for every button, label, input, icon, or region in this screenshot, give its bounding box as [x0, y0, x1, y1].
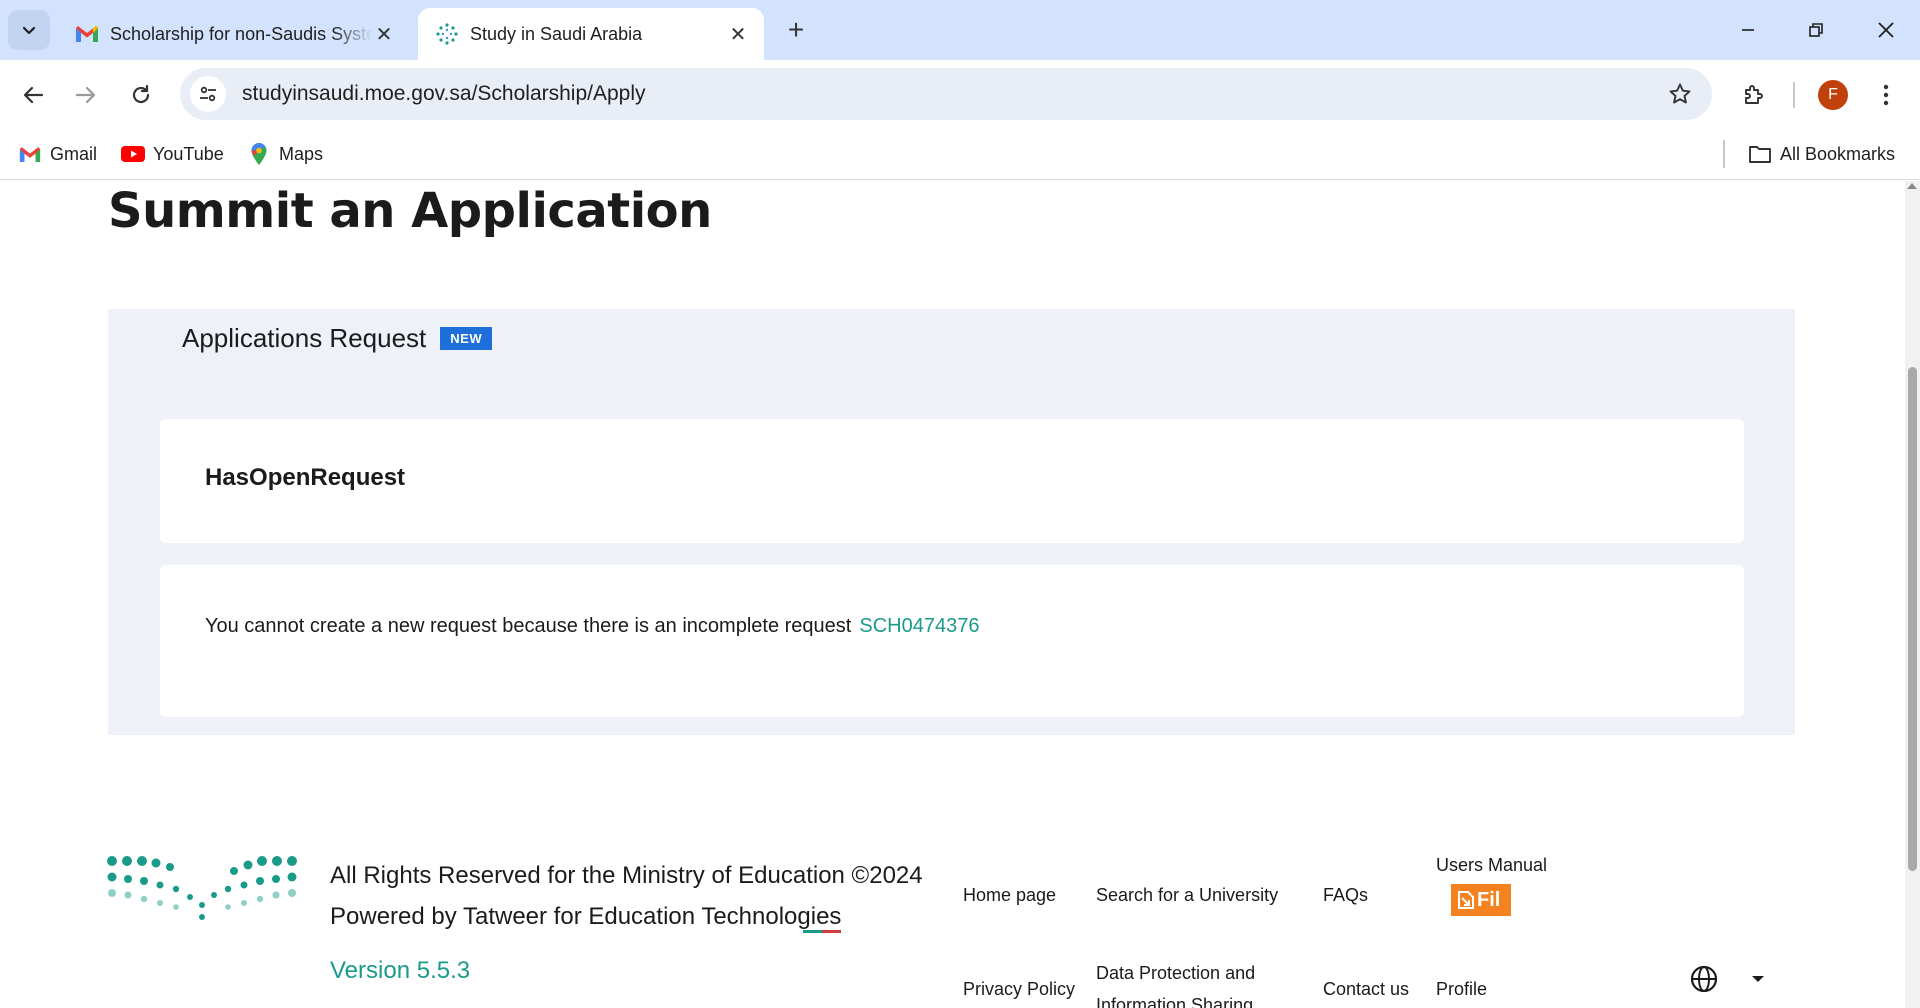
rights-text: All Rights Reserved for the Ministry of … — [330, 862, 923, 889]
caret-down-icon — [1752, 976, 1764, 982]
bookmark-youtube[interactable]: YouTube — [121, 138, 224, 170]
back-arrow-icon[interactable] — [15, 77, 51, 113]
footer-link-data-protection[interactable]: Data Protection and Information Sharing — [1096, 957, 1255, 1008]
tab-close-icon[interactable]: ✕ — [372, 22, 396, 46]
extensions-puzzle-icon[interactable] — [1736, 77, 1772, 113]
footer-link-faqs[interactable]: FAQs — [1323, 879, 1368, 911]
forward-arrow-icon[interactable] — [68, 77, 104, 113]
bookmarks-bar: Gmail YouTube Maps All Bookmarks — [0, 130, 1920, 180]
file-download-icon: Fil — [1451, 884, 1511, 916]
footer-link-search-university[interactable]: Search for a University — [1096, 879, 1278, 911]
all-bookmarks-button[interactable]: All Bookmarks — [1748, 138, 1895, 170]
incomplete-request-card: You cannot create a new request because … — [160, 565, 1744, 717]
address-bar[interactable]: studyinsaudi.moe.gov.sa/Scholarship/Appl… — [180, 68, 1712, 120]
bookmark-label: Gmail — [50, 143, 98, 164]
bookmark-maps[interactable]: Maps — [247, 138, 323, 170]
browser-tab-bar: Scholarship for non-Saudis System ✕ Stud… — [0, 0, 1920, 60]
footer-link-privacy[interactable]: Privacy Policy — [963, 973, 1075, 1005]
toolbar-divider — [1793, 82, 1795, 108]
bookmarks-divider — [1723, 140, 1725, 168]
footer: All Rights Reserved for the Ministry of … — [0, 841, 1905, 1008]
request-code-link[interactable]: SCH0474376 — [859, 615, 979, 637]
youtube-icon — [121, 142, 145, 166]
reload-icon[interactable] — [123, 77, 159, 113]
tab-study-in-saudi[interactable]: Study in Saudi Arabia ✕ — [418, 8, 764, 60]
tab-title: Study in Saudi Arabia — [470, 23, 643, 44]
tab-scholarship[interactable]: Scholarship for non-Saudis System ✕ — [58, 8, 410, 60]
url-text[interactable]: studyinsaudi.moe.gov.sa/Scholarship/Appl… — [242, 82, 1660, 106]
browser-toolbar: studyinsaudi.moe.gov.sa/Scholarship/Appl… — [0, 60, 1920, 130]
new-tab-plus-icon[interactable]: + — [780, 14, 812, 46]
page-title: Summit an Application — [108, 183, 712, 239]
powered-by: Powered by Tatweer for Education Technol… — [330, 896, 842, 937]
tab-search-button[interactable] — [8, 10, 50, 50]
scrollbar-thumb[interactable] — [1908, 367, 1917, 871]
tab-close-icon[interactable]: ✕ — [726, 22, 750, 46]
users-manual-file-badge[interactable]: Fil — [1451, 884, 1511, 916]
gmail-icon — [18, 142, 42, 166]
page-viewport: Summit an Application Applications Reque… — [0, 181, 1905, 1008]
footer-link-users-manual[interactable]: Users Manual — [1436, 849, 1547, 881]
data-protection-line2: Information Sharing — [1096, 995, 1254, 1008]
new-badge: NEW — [440, 327, 493, 350]
footer-link-contact[interactable]: Contact us — [1323, 973, 1409, 1005]
all-bookmarks-label: All Bookmarks — [1780, 143, 1896, 164]
tatweer-underline — [803, 930, 842, 933]
site-info-tune-icon[interactable] — [190, 76, 226, 112]
powered-by-text: Powered by Tatweer for Education Technol… — [330, 903, 842, 930]
folder-icon — [1748, 142, 1772, 166]
scroll-up-arrow-icon[interactable] — [1907, 183, 1917, 189]
message-text: You cannot create a new request because … — [205, 615, 852, 637]
footer-rights: All Rights Reserved for the Ministry of … — [330, 855, 923, 937]
language-selector[interactable] — [1690, 965, 1764, 993]
applications-panel: Applications Request NEW HasOpenRequest … — [108, 309, 1795, 735]
ministry-logo — [107, 856, 297, 920]
profile-avatar[interactable]: F — [1815, 77, 1851, 113]
open-request-card: HasOpenRequest — [160, 419, 1744, 543]
bookmark-label: YouTube — [153, 143, 224, 164]
panel-header: Applications Request NEW — [182, 323, 493, 354]
bookmark-star-icon[interactable] — [1660, 74, 1700, 114]
maps-icon — [247, 142, 271, 166]
globe-icon — [1690, 965, 1718, 993]
incomplete-request-message: You cannot create a new request because … — [205, 615, 979, 638]
footer-link-profile[interactable]: Profile — [1436, 973, 1487, 1005]
chevron-down-icon — [22, 26, 36, 35]
page-scrollbar[interactable] — [1905, 181, 1920, 1008]
browser-menu-icon[interactable] — [1868, 77, 1904, 113]
avatar: F — [1818, 80, 1848, 110]
data-protection-line1: Data Protection and — [1096, 963, 1256, 983]
file-badge-text: Fil — [1477, 888, 1501, 911]
bookmark-label: Maps — [279, 143, 324, 164]
open-request-heading: HasOpenRequest — [205, 464, 406, 491]
restore-icon[interactable] — [1786, 8, 1846, 52]
tab-title: Scholarship for non-Saudis System — [110, 23, 372, 44]
moe-leaf-icon — [434, 21, 460, 47]
footer-link-home[interactable]: Home page — [963, 879, 1056, 911]
version-label: Version 5.5.3 — [330, 957, 471, 984]
minimize-icon[interactable] — [1718, 8, 1778, 52]
panel-heading: Applications Request — [182, 323, 427, 353]
gmail-icon — [74, 21, 100, 47]
bookmark-gmail[interactable]: Gmail — [18, 138, 97, 170]
window-close-icon[interactable] — [1856, 8, 1916, 52]
